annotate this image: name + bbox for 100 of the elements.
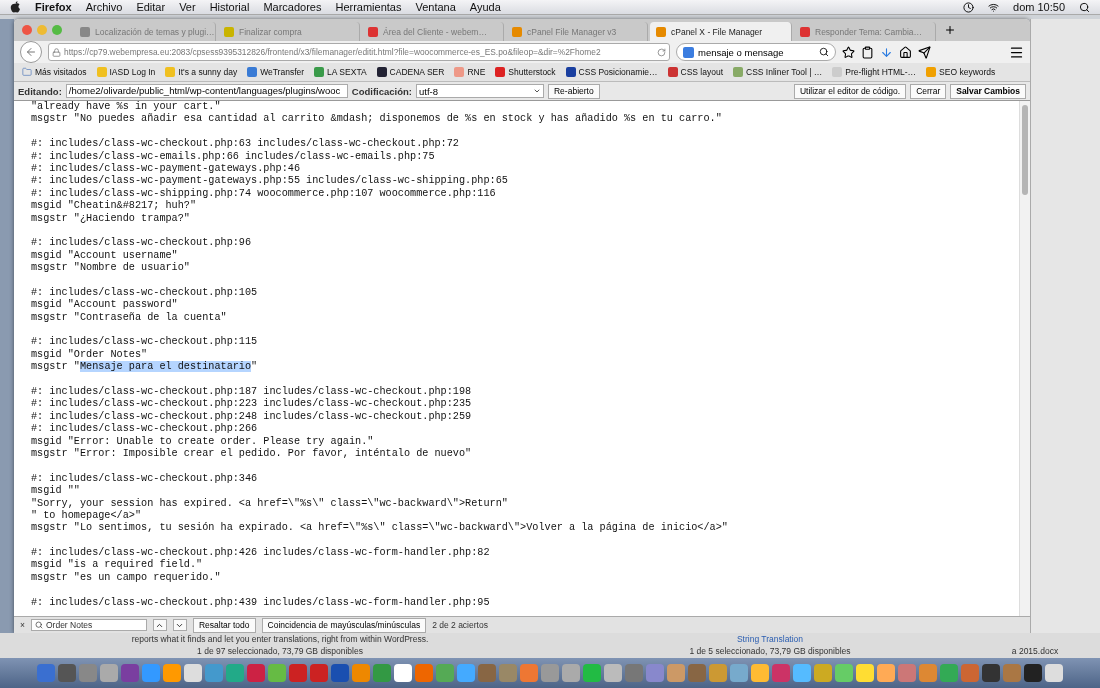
path-field[interactable]: /home2/olivarde/public_html/wp-content/languages/plugins/wooc	[65, 84, 348, 98]
bookmark-item[interactable]: IASD Log In	[96, 67, 156, 77]
app-icon[interactable]	[142, 664, 160, 682]
menu-item[interactable]: Editar	[136, 1, 166, 13]
app-icon[interactable]	[1045, 664, 1063, 682]
search-field[interactable]: mensaje o mensage	[676, 43, 836, 61]
code-line: msgstr "es un campo requerido."	[31, 571, 221, 583]
bookmark-item[interactable]: Más visitados	[22, 67, 87, 77]
menu-item[interactable]: Historial	[209, 1, 250, 13]
zoom-light[interactable]	[52, 25, 62, 35]
string-translation-link[interactable]: String Translation	[736, 634, 804, 644]
back-button[interactable]	[20, 41, 42, 63]
home-icon[interactable]	[899, 45, 912, 59]
encoding-label: Codificación:	[351, 85, 412, 97]
bookmark-item[interactable]: CSS layout	[667, 67, 724, 77]
favicon	[96, 67, 107, 77]
clock-text[interactable]: dom 10:50	[1013, 1, 1065, 13]
star-icon[interactable]	[842, 45, 855, 59]
previous-button[interactable]	[152, 619, 167, 631]
app-menu[interactable]: Firefox	[35, 1, 72, 13]
code-line: "already have %s in your cart."	[31, 101, 221, 112]
bookmark-item[interactable]: CSS Posicionamie…	[565, 67, 658, 77]
download-icon[interactable]	[880, 45, 893, 59]
close-button[interactable]: Cerrar	[910, 83, 947, 99]
app-icon[interactable]	[709, 664, 727, 682]
search-icon[interactable]	[819, 47, 829, 57]
bookmark-item[interactable]: LA SEXTA	[314, 67, 367, 77]
search-icon[interactable]	[1079, 1, 1090, 13]
bookmark-item[interactable]: SEO keywords	[926, 67, 996, 77]
app-icon[interactable]	[352, 664, 370, 682]
app-icon[interactable]	[583, 664, 601, 682]
app-icon[interactable]	[877, 664, 895, 682]
app-icon[interactable]	[940, 664, 958, 682]
app-icon[interactable]	[1024, 664, 1042, 682]
app-icon[interactable]	[415, 664, 433, 682]
reopen-button[interactable]: Re-abierto	[548, 83, 600, 99]
apple-icon[interactable]	[10, 1, 21, 13]
find-field[interactable]: Order Notes	[30, 619, 147, 631]
close-light[interactable]	[22, 25, 32, 35]
send-icon[interactable]	[918, 45, 931, 59]
address-field[interactable]: https://cp79.webempresa.eu:2083/cpsess9395312826/frontend/x3/filemanager/editit.html?file=woocommerce-es_ES.po&fileop=&dir=%2Fhome2	[48, 43, 670, 61]
code-editor-button[interactable]: Utilizar el editor de código.	[793, 83, 907, 99]
minimize-light[interactable]	[37, 25, 47, 35]
menu-item[interactable]: Marcadores	[263, 1, 322, 13]
code-line: #: includes/class-wc-checkout.php:115	[31, 336, 258, 348]
bookmark-item[interactable]: It's a sunny day	[165, 67, 238, 77]
app-icon[interactable]	[793, 664, 811, 682]
app-icon[interactable]	[268, 664, 286, 682]
clipboard-icon[interactable]	[861, 45, 874, 59]
app-icon[interactable]	[562, 664, 580, 682]
code-line: msgstr "No puedes añadir esa cantidad al carrito &mdash; disponemos de %s en stock y has añadido %s en tu carro."	[31, 113, 722, 125]
app-icon[interactable]	[394, 664, 412, 682]
app-icon[interactable]	[730, 664, 748, 682]
menu-icon[interactable]	[1009, 44, 1024, 60]
bookmark-item[interactable]: RNE	[454, 67, 486, 77]
app-icon[interactable]	[100, 664, 118, 682]
menu-item[interactable]: Ver	[179, 1, 196, 13]
app-icon[interactable]	[919, 664, 937, 682]
app-icon[interactable]	[436, 664, 454, 682]
app-icon[interactable]	[457, 664, 475, 682]
search-engine-icon[interactable]	[683, 46, 694, 58]
reload-icon[interactable]	[657, 47, 666, 57]
app-icon[interactable]	[310, 664, 328, 682]
app-icon[interactable]	[121, 664, 139, 682]
menu-item[interactable]: Herramientas	[335, 1, 402, 13]
app-icon[interactable]	[58, 664, 76, 682]
menu-item[interactable]: Ventana	[415, 1, 456, 13]
bookmark-item[interactable]: WeTransfer	[247, 67, 305, 77]
bookmark-item[interactable]: CADENA SER	[376, 67, 445, 77]
app-icon[interactable]	[289, 664, 307, 682]
app-icon[interactable]	[604, 664, 622, 682]
app-icon[interactable]	[835, 664, 853, 682]
encoding-select[interactable]: utf-8	[416, 84, 544, 98]
app-icon[interactable]	[184, 664, 202, 682]
app-icon[interactable]	[814, 664, 832, 682]
app-icon[interactable]	[856, 664, 874, 682]
menu-item[interactable]: Ayuda	[469, 1, 501, 13]
new-tab-icon[interactable]	[944, 24, 956, 36]
clock-icon[interactable]	[963, 1, 974, 13]
wifi-icon[interactable]	[988, 1, 999, 13]
app-icon[interactable]	[331, 664, 349, 682]
status-text: 1 de 97 seleccionado, 73,79 GB disponibles	[197, 646, 363, 656]
save-button[interactable]: Salvar Cambios	[950, 83, 1026, 99]
app-icon[interactable]	[751, 664, 769, 682]
menu-item[interactable]: Archivo	[85, 1, 123, 13]
app-icon[interactable]	[226, 664, 244, 682]
app-icon[interactable]	[982, 664, 1000, 682]
app-icon[interactable]	[667, 664, 685, 682]
close-find-button[interactable]: ×	[20, 620, 25, 630]
bookmark-item[interactable]: CSS Inliner Tool | …	[733, 67, 823, 77]
editing-label: Editando:	[18, 85, 62, 97]
app-icon[interactable]	[541, 664, 559, 682]
app-icon[interactable]	[520, 664, 538, 682]
next-button[interactable]	[172, 619, 187, 631]
app-icon[interactable]	[163, 664, 181, 682]
bookmark-item[interactable]: Pre-flight HTML-…	[832, 67, 917, 77]
highlight-all-button[interactable]: Resaltar todo	[192, 617, 256, 633]
match-case-button[interactable]: Coincidencia de mayúsculas/minúsculas	[261, 617, 427, 633]
browser-tab[interactable]: cPanel X - File Manager	[650, 22, 792, 41]
bookmark-item[interactable]: Shutterstock	[495, 67, 556, 77]
